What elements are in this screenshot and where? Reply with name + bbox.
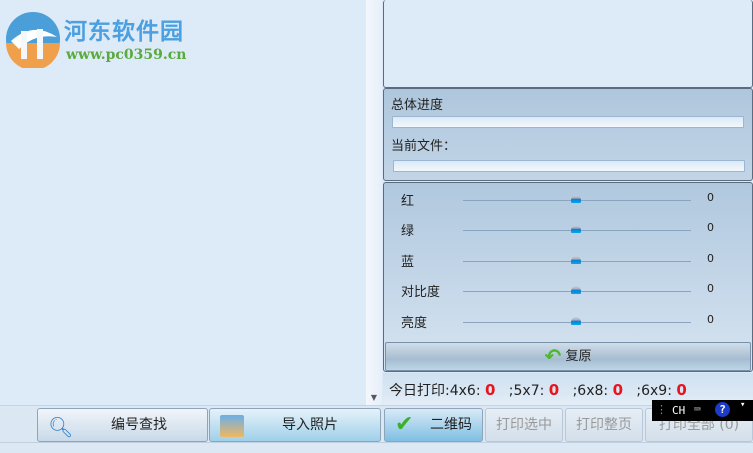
slider-thumb[interactable]	[571, 195, 581, 203]
size-label: 4x6:	[449, 383, 481, 399]
count-value: 0	[612, 381, 624, 399]
count-value: 0	[548, 381, 560, 399]
slider-row-green: 绿0	[384, 220, 752, 240]
size-label: ;6x9:	[636, 383, 672, 399]
slider-value: 0	[707, 221, 714, 234]
photo-folder-icon	[220, 415, 244, 437]
help-icon[interactable]: ?	[715, 402, 730, 417]
ime-language-bar[interactable]: ⋮ CH ⌨ ? ▾	[652, 400, 753, 421]
magnifier-icon: 🔍︎	[48, 415, 74, 439]
slider-label: 对比度	[401, 285, 441, 300]
slider-value: 0	[707, 282, 714, 295]
overall-progress-label: 总体进度	[391, 98, 444, 113]
slider-thumb[interactable]	[571, 286, 581, 294]
slider-value: 0	[707, 252, 714, 265]
today-print-label: 今日打印:	[389, 383, 450, 399]
progress-panel: 总体进度 当前文件：	[383, 88, 753, 181]
size-label: ;6x8:	[572, 383, 609, 399]
current-file-progress-bar	[393, 160, 745, 172]
options-menu-icon[interactable]: ▾	[740, 400, 745, 410]
button-label: 导入照片	[282, 417, 338, 433]
restore-button[interactable]: ↶ 复原	[385, 342, 751, 371]
count-value: 0	[485, 381, 496, 399]
slider-label: 红	[401, 194, 415, 209]
checkmark-icon: ✔	[395, 412, 414, 437]
button-label: 二维码	[430, 417, 472, 433]
preview-panel	[383, 0, 753, 88]
slider-row-red: 红0	[384, 190, 752, 210]
keyboard-icon[interactable]: ⌨	[694, 403, 701, 416]
slider-thumb[interactable]	[571, 256, 581, 264]
vertical-scrollbar[interactable]	[366, 0, 382, 405]
slider-label: 蓝	[401, 255, 415, 270]
slider-value: 0	[707, 191, 714, 204]
slider-thumb[interactable]	[571, 317, 581, 325]
slider-row-contrast: 对比度 0	[384, 281, 752, 301]
overall-progress-bar	[392, 116, 744, 128]
slider-row-blue: 蓝0	[384, 251, 752, 271]
print-selected-button[interactable]: 打印选中	[485, 408, 563, 442]
count-value: 0	[676, 381, 687, 399]
qrcode-toggle-button[interactable]: ✔ 二维码	[384, 408, 483, 442]
drag-handle-icon[interactable]: ⋮	[656, 403, 667, 416]
bottom-toolbar: 🔍︎ 编号查找 导入照片 ✔ 二维码 打印选中 打印整页 打印全部 (0)	[0, 405, 753, 442]
slider-label: 亮度	[401, 316, 428, 331]
scroll-down-arrow-icon[interactable]: ▼	[366, 390, 382, 405]
import-photos-button[interactable]: 导入照片	[209, 408, 381, 442]
search-by-number-button[interactable]: 🔍︎ 编号查找	[37, 408, 208, 442]
logo-title: 河东软件园	[64, 18, 184, 45]
slider-row-brightness: 亮度 0	[384, 312, 752, 332]
button-label: 编号查找	[111, 417, 167, 433]
logo-url: www.pc0359.cn	[66, 47, 187, 63]
slider-label: 绿	[401, 224, 415, 239]
print-page-button[interactable]: 打印整页	[565, 408, 643, 442]
logo-icon	[5, 11, 62, 70]
size-label: ;5x7:	[508, 383, 545, 399]
current-file-label: 当前文件：	[391, 139, 457, 154]
slider-value: 0	[707, 313, 714, 326]
undo-arrow-icon: ↶	[544, 344, 562, 368]
status-bar	[0, 442, 753, 453]
ime-language[interactable]: CH	[672, 404, 685, 417]
restore-label: 复原	[565, 349, 592, 364]
slider-thumb[interactable]	[571, 225, 581, 233]
